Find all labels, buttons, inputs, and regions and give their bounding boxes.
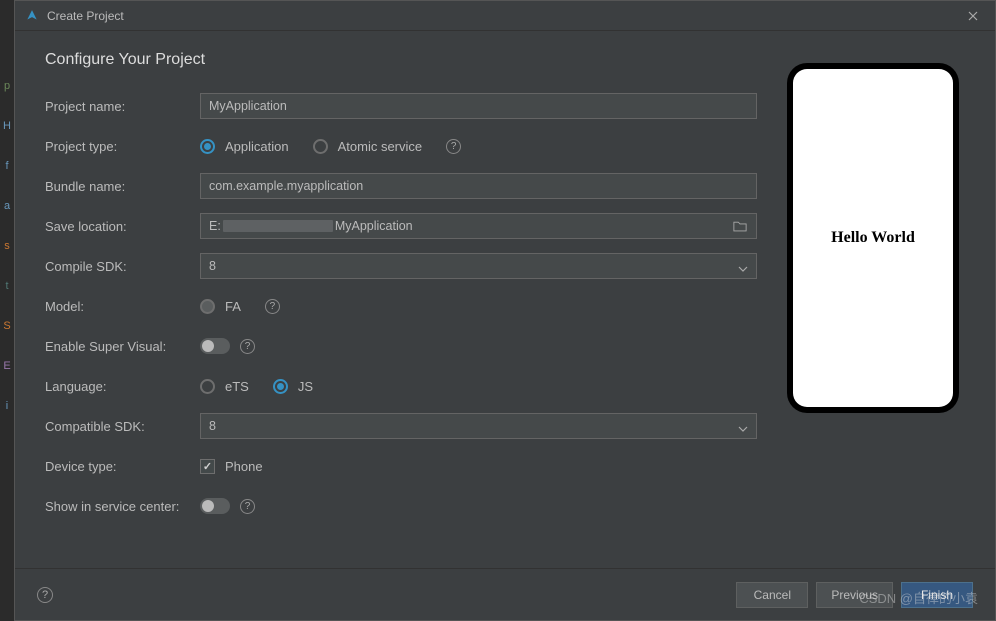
device-type-label: Device type: [45, 459, 200, 474]
editor-gutter: pHf ast SEi [0, 0, 14, 621]
project-type-application-label: Application [225, 139, 289, 154]
service-center-help-icon[interactable]: ? [240, 499, 255, 514]
dialog-footer: ? Cancel Previous Finish [15, 568, 995, 620]
chevron-down-icon [738, 261, 748, 271]
compile-sdk-label: Compile SDK: [45, 259, 200, 274]
finish-button[interactable]: Finish [901, 582, 973, 608]
cancel-button[interactable]: Cancel [736, 582, 808, 608]
project-type-label: Project type: [45, 139, 200, 154]
save-location-label: Save location: [45, 219, 200, 234]
model-help-icon[interactable]: ? [265, 299, 280, 314]
project-name-label: Project name: [45, 99, 200, 114]
device-type-phone-checkbox[interactable] [200, 459, 215, 474]
redacted-path [223, 220, 333, 232]
previous-button[interactable]: Previous [816, 582, 893, 608]
page-heading: Configure Your Project [45, 51, 757, 69]
service-center-toggle[interactable] [200, 498, 230, 514]
bundle-name-label: Bundle name: [45, 179, 200, 194]
project-type-atomic-label: Atomic service [338, 139, 423, 154]
chevron-down-icon [738, 421, 748, 431]
language-ets-radio[interactable] [200, 379, 215, 394]
footer-help-icon[interactable]: ? [37, 587, 53, 603]
language-label: Language: [45, 379, 200, 394]
project-name-input[interactable]: MyApplication [200, 93, 757, 119]
project-type-help-icon[interactable]: ? [446, 139, 461, 154]
compile-sdk-select[interactable]: 8 [200, 253, 757, 279]
language-ets-label: eTS [225, 379, 249, 394]
preview-pane: Hello World [787, 51, 965, 558]
compatible-sdk-select[interactable]: 8 [200, 413, 757, 439]
project-type-application-radio[interactable] [200, 139, 215, 154]
super-visual-help-icon[interactable]: ? [240, 339, 255, 354]
titlebar: Create Project [15, 1, 995, 31]
language-js-radio[interactable] [273, 379, 288, 394]
device-type-phone-label: Phone [225, 459, 263, 474]
window-title: Create Project [47, 9, 124, 23]
model-label: Model: [45, 299, 200, 314]
project-type-atomic-radio[interactable] [313, 139, 328, 154]
close-button[interactable] [961, 6, 985, 26]
save-location-input[interactable]: E:MyApplication [200, 213, 757, 239]
phone-frame: Hello World [787, 63, 959, 413]
super-visual-toggle[interactable] [200, 338, 230, 354]
bundle-name-input[interactable]: com.example.myapplication [200, 173, 757, 199]
phone-screen: Hello World [793, 69, 953, 407]
preview-text: Hello World [831, 229, 915, 247]
create-project-dialog: Create Project Configure Your Project Pr… [14, 0, 996, 621]
compatible-sdk-label: Compatible SDK: [45, 419, 200, 434]
app-logo-icon [25, 9, 39, 23]
browse-folder-icon[interactable] [730, 221, 750, 232]
service-center-label: Show in service center: [45, 499, 200, 514]
language-js-label: JS [298, 379, 313, 394]
model-fa-label: FA [225, 299, 241, 314]
super-visual-label: Enable Super Visual: [45, 339, 200, 354]
model-fa-radio[interactable] [200, 299, 215, 314]
